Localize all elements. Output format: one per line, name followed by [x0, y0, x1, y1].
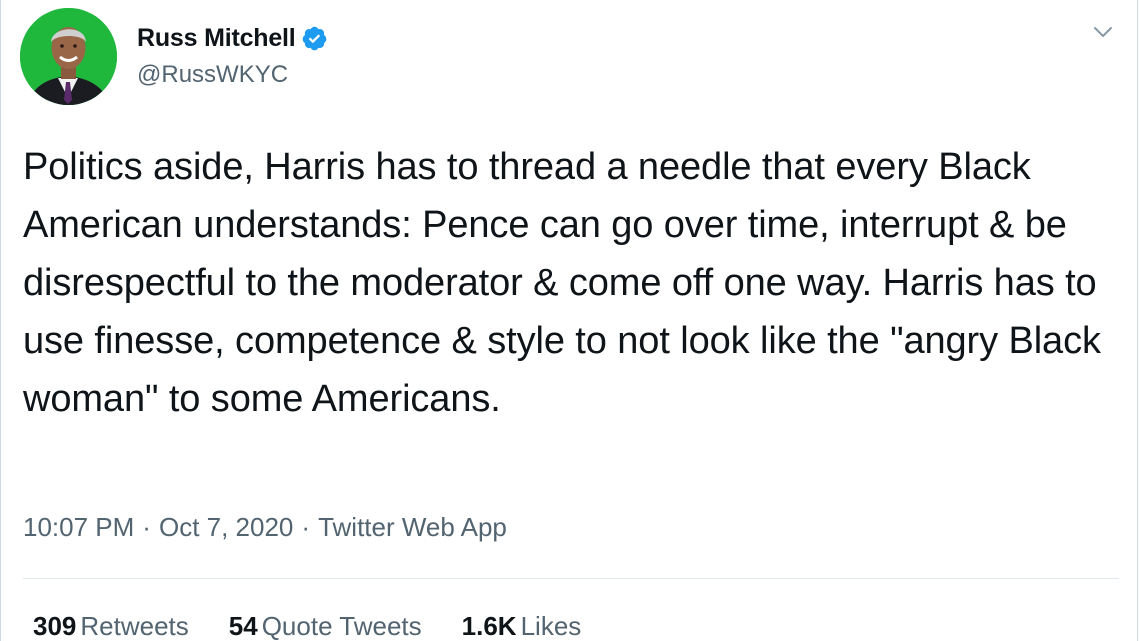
likes-label: Likes — [520, 611, 582, 641]
likes-count: 1.6K — [461, 611, 517, 641]
retweets-count: 309 — [33, 611, 77, 641]
display-name-row: Russ Mitchell — [137, 20, 328, 56]
tweet-card: Russ Mitchell @RussWKYC Politics aside, … — [0, 0, 1138, 641]
divider — [23, 578, 1119, 579]
avatar-portrait — [20, 8, 117, 105]
tweet-time[interactable]: 10:07 PM — [23, 512, 134, 542]
meta-separator: · — [301, 512, 311, 542]
retweets-stat[interactable]: 309 Retweets — [33, 611, 189, 641]
tweet-header: Russ Mitchell @RussWKYC — [1, 0, 1137, 110]
meta-separator: · — [142, 512, 151, 542]
quote-tweets-label: Quote Tweets — [261, 611, 422, 641]
tweet-date[interactable]: Oct 7, 2020 — [159, 512, 293, 542]
author-handle[interactable]: @RussWKYC — [137, 61, 328, 89]
avatar[interactable] — [20, 8, 117, 105]
quote-tweets-stat[interactable]: 54 Quote Tweets — [229, 611, 422, 641]
tweet-source[interactable]: Twitter Web App — [318, 512, 507, 542]
likes-stat[interactable]: 1.6K Likes — [462, 611, 582, 641]
tweet-stats: 309 Retweets 54 Quote Tweets 1.6K Likes — [33, 611, 621, 641]
retweets-label: Retweets — [80, 611, 189, 641]
author-names: Russ Mitchell @RussWKYC — [137, 20, 328, 89]
author-display-name[interactable]: Russ Mitchell — [137, 24, 296, 53]
tweet-text: Politics aside, Harris has to thread a n… — [23, 146, 1101, 420]
verified-badge-icon — [301, 25, 328, 52]
chevron-down-icon[interactable] — [1089, 18, 1117, 46]
quote-tweets-count: 54 — [228, 611, 258, 641]
tweet-meta: 10:07 PM · Oct 7, 2020 · Twitter Web App — [23, 512, 507, 543]
